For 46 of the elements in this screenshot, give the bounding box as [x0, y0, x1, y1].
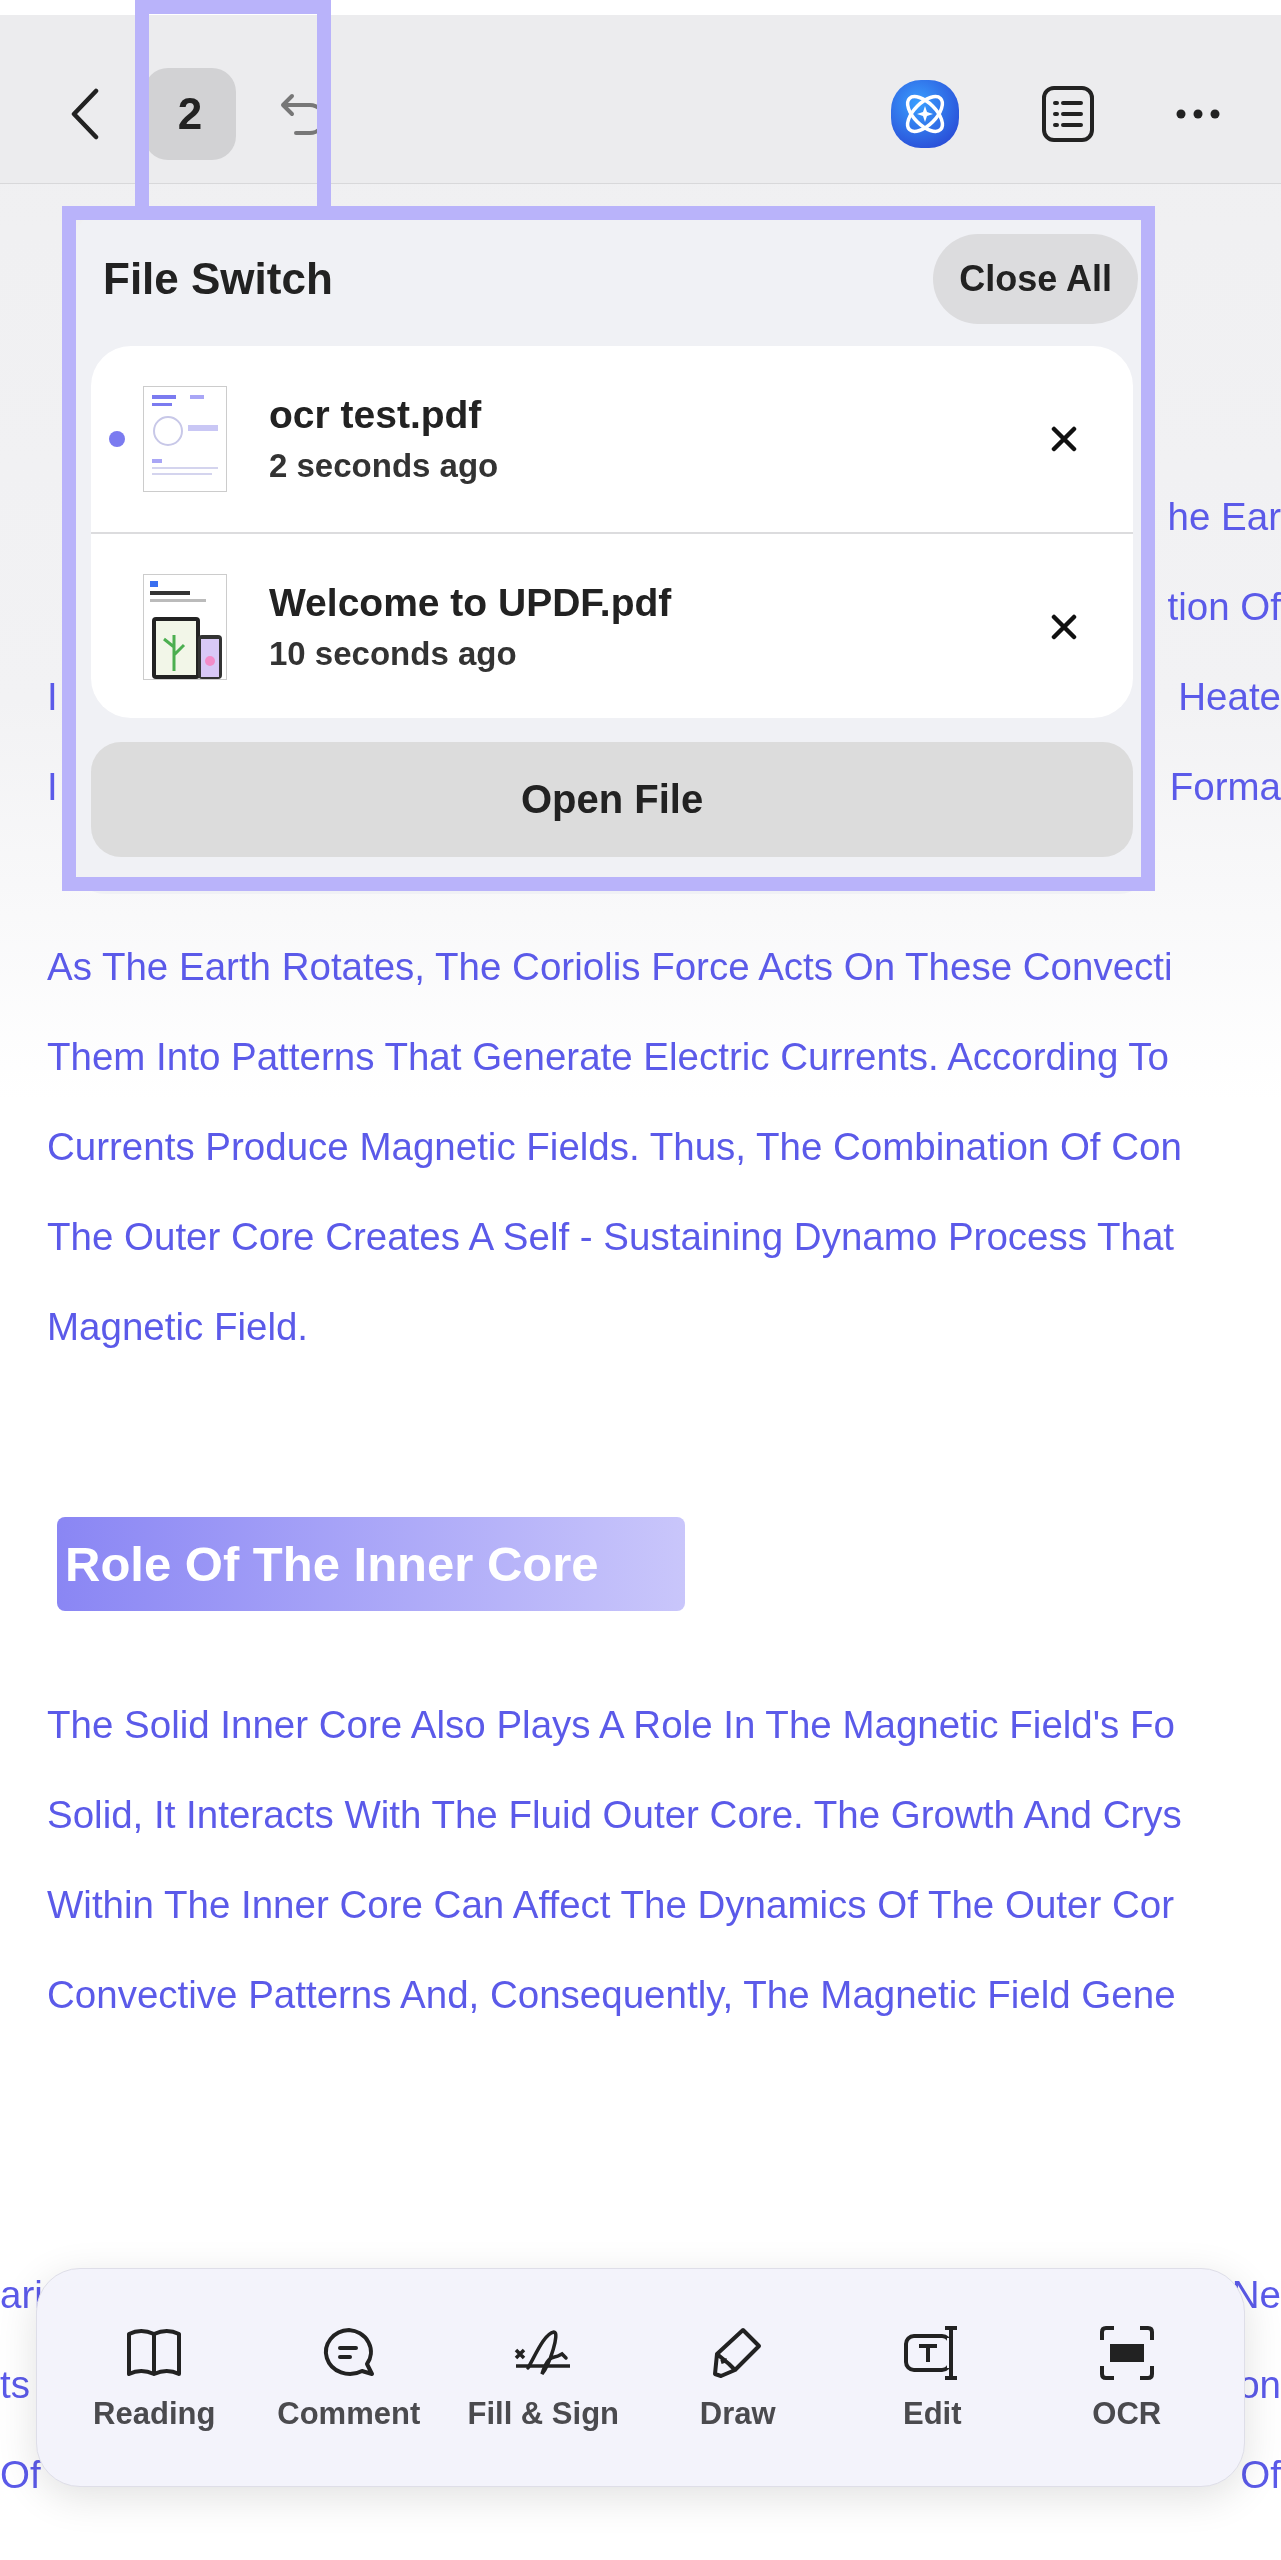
section-heading: Role Of The Inner Core	[57, 1517, 685, 1611]
file-time: 10 seconds ago	[269, 635, 518, 673]
close-file-button[interactable]	[1051, 614, 1077, 640]
close-icon	[1051, 614, 1077, 640]
close-icon	[1051, 426, 1077, 452]
document-text: Currents Produce Magnetic Fields. Thus, The Combination Of Con	[47, 1124, 1182, 1170]
outline-button[interactable]	[1041, 85, 1095, 143]
document-text: Magnetic Field.	[47, 1304, 309, 1350]
back-button[interactable]	[70, 88, 100, 140]
toolbar-button[interactable]: Comment	[258, 2323, 439, 2432]
document-text: Of	[0, 2452, 41, 2498]
more-button[interactable]	[1175, 108, 1221, 120]
open-file-button[interactable]: Open File	[91, 742, 1133, 857]
document-text: Solid, It Interacts With The Fluid Outer Core. The Growth And Crys	[47, 1792, 1182, 1838]
close-all-button[interactable]: Close All	[933, 234, 1138, 324]
toolbar-button[interactable]: OCR	[1036, 2323, 1217, 2432]
document-text: As The Earth Rotates, The Coriolis Force Acts On These Convecti	[47, 944, 1173, 990]
scan-frame-icon	[1097, 2323, 1156, 2382]
document-text: tion Of	[1167, 584, 1281, 630]
close-file-button[interactable]	[1051, 426, 1077, 452]
document-text: Within The Inner Core Can Affect The Dynamics Of The Outer Cor	[47, 1882, 1174, 1928]
current-file-dot	[109, 431, 125, 447]
document-text: I	[47, 674, 58, 720]
file-name: Welcome to UPDF.pdf	[269, 581, 672, 625]
document-text: ts	[0, 2362, 30, 2408]
file-row[interactable]: ocr test.pdf 2 seconds ago	[91, 346, 1133, 532]
file-row[interactable]: Welcome to UPDF.pdf 10 seconds ago	[91, 532, 1133, 718]
document-text: Of	[1240, 2452, 1281, 2498]
toolbar-button[interactable]: Reading	[64, 2323, 245, 2432]
panel-title: File Switch	[103, 254, 333, 304]
document-text: The Outer Core Creates A Self - Sustaining Dynamo Process That	[47, 1214, 1174, 1260]
document-text: he Ear	[1167, 494, 1281, 540]
document-text: I	[47, 764, 58, 810]
list-icon	[1041, 85, 1095, 143]
document-text: Convective Patterns And, Consequently, The Magnetic Field Gene	[47, 1972, 1176, 2018]
toolbar-button[interactable]: Fill & Sign	[453, 2323, 634, 2432]
back-icon	[70, 88, 100, 140]
file-time: 2 seconds ago	[269, 447, 499, 485]
document-text: Them Into Patterns That Generate Electric Currents. According To	[47, 1034, 1170, 1080]
document-text: The Solid Inner Core Also Plays A Role In The Magnetic Field's Fo	[47, 1702, 1175, 1748]
toolbar-button[interactable]: Edit	[842, 2323, 1023, 2432]
document-text: Forma	[1169, 764, 1281, 810]
more-icon	[1175, 108, 1221, 120]
file-name: ocr test.pdf	[269, 393, 483, 437]
document-text: Heate	[1178, 674, 1281, 720]
toolbar-button[interactable]: Draw	[647, 2323, 828, 2432]
